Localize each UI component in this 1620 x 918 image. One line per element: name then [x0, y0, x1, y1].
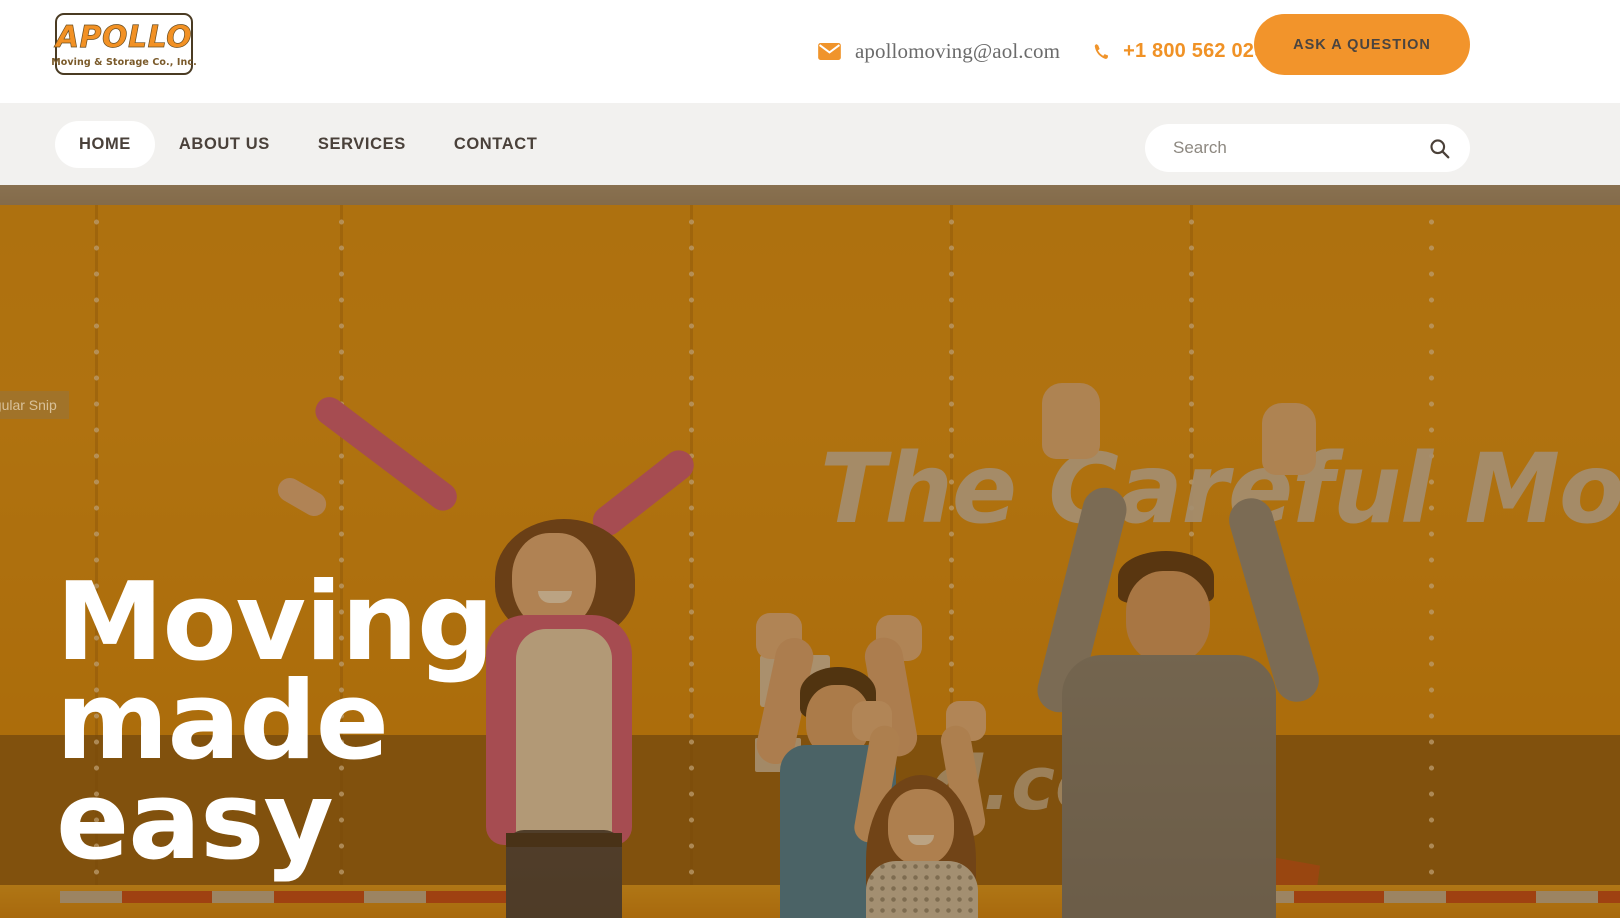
email-contact[interactable]: apollomoving@aol.com [818, 39, 1060, 64]
logo-wordmark: APOLLO [55, 19, 193, 55]
nav-item-contact[interactable]: CONTACT [430, 121, 562, 168]
logo-tagline: Moving & Storage Co., Inc. [51, 56, 197, 68]
nav-link-list: HOME ABOUT US SERVICES CONTACT [55, 120, 562, 168]
page-root: APOLLO Moving & Storage Co., Inc. apollo… [0, 0, 1620, 918]
email-text: apollomoving@aol.com [855, 39, 1061, 63]
main-navigation: HOME ABOUT US SERVICES CONTACT [0, 103, 1620, 185]
hero-banner: The Careful Mov d.co [0, 185, 1620, 918]
hero-content: Moving made easy ngular Snip GET FREE ES… [0, 185, 1620, 918]
site-header: APOLLO Moving & Storage Co., Inc. apollo… [0, 0, 1620, 103]
header-contact-group: apollomoving@aol.com +1 800 562 0291 [818, 0, 1277, 103]
logo[interactable]: APOLLO Moving & Storage Co., Inc. [51, 13, 197, 75]
hero-headline: Moving made easy [56, 569, 494, 876]
nav-item-about-us[interactable]: ABOUT US [155, 121, 294, 168]
search-box[interactable] [1145, 124, 1470, 172]
nav-item-home[interactable]: HOME [55, 120, 155, 168]
nav-item-services[interactable]: SERVICES [294, 121, 430, 168]
phone-contact[interactable]: +1 800 562 0291 [1094, 40, 1277, 63]
phone-icon [1094, 43, 1109, 60]
snip-tool-tooltip: ngular Snip [0, 391, 69, 419]
hero-headline-line-3: easy [56, 758, 334, 884]
search-input[interactable] [1173, 138, 1429, 158]
search-icon[interactable] [1429, 138, 1450, 159]
ask-a-question-button[interactable]: ASK A QUESTION [1254, 14, 1470, 75]
envelope-icon [818, 43, 841, 60]
